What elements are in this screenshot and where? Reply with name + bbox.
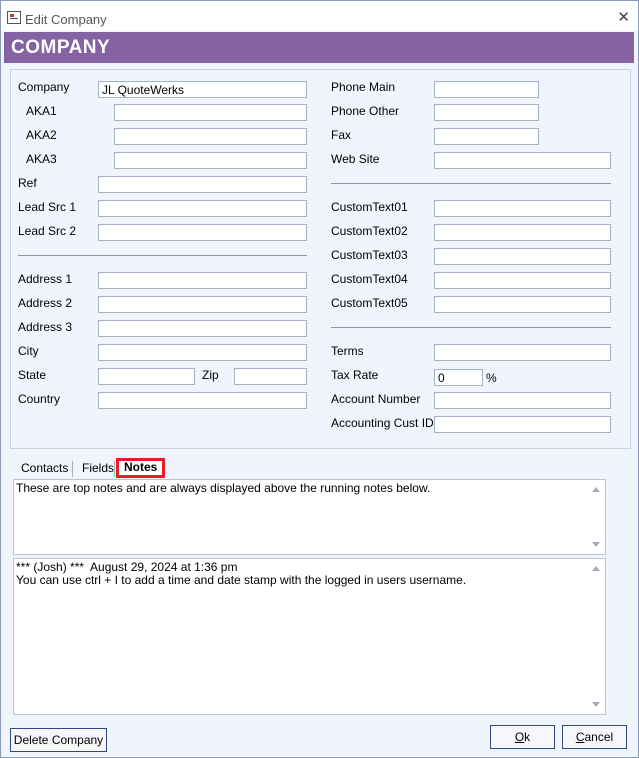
accounting-cust-id-label: Accounting Cust ID bbox=[331, 416, 434, 430]
tax-rate-unit: % bbox=[486, 371, 497, 385]
custom-text-05-input[interactable] bbox=[434, 296, 611, 313]
custom-text-05-label: CustomText05 bbox=[331, 296, 408, 310]
top-notes-scrollbar[interactable] bbox=[587, 480, 605, 554]
right-divider-2 bbox=[331, 327, 611, 328]
city-input[interactable] bbox=[98, 344, 307, 361]
custom-text-03-label: CustomText03 bbox=[331, 248, 408, 262]
phone-other-label: Phone Other bbox=[331, 104, 400, 118]
custom-text-01-input[interactable] bbox=[434, 200, 611, 217]
top-notes-textarea[interactable]: These are top notes and are always displ… bbox=[13, 479, 606, 555]
state-label: State bbox=[18, 368, 47, 382]
city-label: City bbox=[18, 344, 39, 358]
address-3-input[interactable] bbox=[98, 320, 307, 337]
scroll-up-icon[interactable] bbox=[592, 487, 600, 492]
company-input[interactable]: JL QuoteWerks bbox=[98, 81, 307, 98]
web-site-input[interactable] bbox=[434, 152, 611, 169]
country-label: Country bbox=[18, 392, 61, 406]
lead-src-2-input[interactable] bbox=[98, 224, 307, 241]
country-input[interactable] bbox=[98, 392, 307, 409]
ok-button[interactable]: Ok bbox=[490, 725, 555, 749]
left-divider-1 bbox=[18, 255, 307, 256]
aka1-input[interactable] bbox=[114, 104, 307, 121]
delete-company-button[interactable]: Delete Company bbox=[10, 728, 107, 752]
state-input[interactable] bbox=[98, 368, 195, 385]
custom-text-02-input[interactable] bbox=[434, 224, 611, 241]
right-divider-1 bbox=[331, 183, 611, 184]
ref-input[interactable] bbox=[98, 176, 307, 193]
tab-contacts[interactable]: Contacts bbox=[15, 459, 74, 477]
phone-other-input[interactable] bbox=[434, 104, 539, 121]
tax-rate-input[interactable]: 0 bbox=[434, 369, 483, 386]
address-1-input[interactable] bbox=[98, 272, 307, 289]
app-icon bbox=[7, 11, 21, 24]
tab-separator bbox=[114, 461, 115, 477]
phone-main-input[interactable] bbox=[434, 81, 539, 98]
tax-rate-label: Tax Rate bbox=[331, 368, 379, 382]
cancel-label: ancel bbox=[584, 730, 614, 744]
title-bar: Edit Company ✕ bbox=[1, 1, 638, 31]
address-2-input[interactable] bbox=[98, 296, 307, 313]
running-notes-scrollbar[interactable] bbox=[587, 559, 605, 714]
scroll-down-icon[interactable] bbox=[592, 702, 600, 707]
terms-label: Terms bbox=[331, 344, 364, 358]
lead-src-1-input[interactable] bbox=[98, 200, 307, 217]
address-3-label: Address 3 bbox=[18, 320, 73, 334]
account-number-input[interactable] bbox=[434, 392, 611, 409]
tab-separator bbox=[72, 461, 73, 477]
custom-text-01-label: CustomText01 bbox=[331, 200, 408, 214]
accounting-cust-id-input[interactable] bbox=[434, 416, 611, 433]
window-title: Edit Company bbox=[25, 12, 107, 27]
close-icon[interactable]: ✕ bbox=[617, 8, 630, 26]
account-number-label: Account Number bbox=[331, 392, 421, 406]
lead-src-1-label: Lead Src 1 bbox=[18, 200, 77, 214]
address-2-label: Address 2 bbox=[18, 296, 73, 310]
fax-label: Fax bbox=[331, 128, 352, 142]
ok-accelerator: O bbox=[514, 730, 525, 744]
aka3-label: AKA3 bbox=[26, 152, 57, 166]
custom-text-03-input[interactable] bbox=[434, 248, 611, 265]
banner-title: COMPANY bbox=[11, 37, 111, 58]
zip-input[interactable] bbox=[234, 368, 307, 385]
aka2-label: AKA2 bbox=[26, 128, 57, 142]
custom-text-04-label: CustomText04 bbox=[331, 272, 408, 286]
top-notes-text: These are top notes and are always displ… bbox=[16, 481, 431, 495]
lead-src-2-label: Lead Src 2 bbox=[18, 224, 77, 238]
cancel-button[interactable]: Cancel bbox=[562, 725, 627, 749]
scroll-down-icon[interactable] bbox=[592, 542, 600, 547]
scroll-up-icon[interactable] bbox=[592, 566, 600, 571]
company-label: Company bbox=[18, 80, 70, 94]
zip-label: Zip bbox=[202, 368, 219, 382]
terms-input[interactable] bbox=[434, 344, 611, 361]
web-site-label: Web Site bbox=[331, 152, 380, 166]
tab-notes[interactable]: Notes bbox=[116, 458, 166, 478]
custom-text-04-input[interactable] bbox=[434, 272, 611, 289]
fax-input[interactable] bbox=[434, 128, 539, 145]
aka1-label: AKA1 bbox=[26, 104, 57, 118]
aka3-input[interactable] bbox=[114, 152, 307, 169]
company-banner: COMPANY bbox=[4, 32, 634, 63]
ref-label: Ref bbox=[18, 176, 37, 190]
custom-text-02-label: CustomText02 bbox=[331, 224, 408, 238]
running-notes-textarea[interactable]: *** (Josh) *** August 29, 2024 at 1:36 p… bbox=[13, 558, 606, 715]
running-notes-text: *** (Josh) *** August 29, 2024 at 1:36 p… bbox=[16, 560, 467, 587]
address-1-label: Address 1 bbox=[18, 272, 73, 286]
edit-company-window: Edit Company ✕ COMPANY Company JL QuoteW… bbox=[0, 0, 639, 758]
aka2-input[interactable] bbox=[114, 128, 307, 145]
phone-main-label: Phone Main bbox=[331, 80, 396, 94]
ok-label: k bbox=[524, 730, 531, 744]
